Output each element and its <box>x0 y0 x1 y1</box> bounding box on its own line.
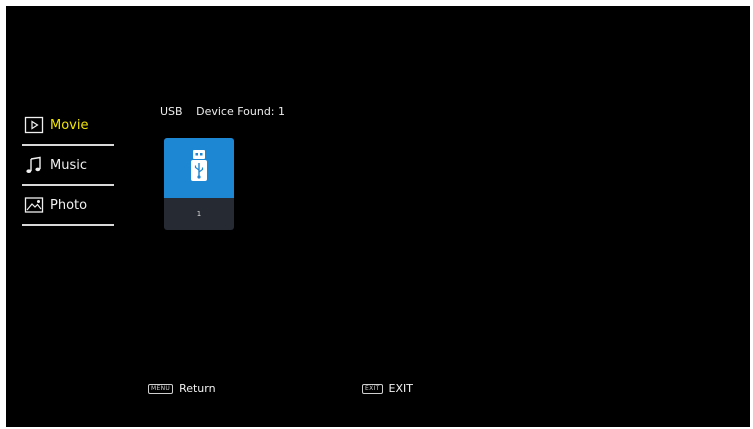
return-hint[interactable]: MENU Return <box>148 382 216 395</box>
photo-icon <box>24 195 44 215</box>
music-icon <box>24 155 44 175</box>
return-label: Return <box>179 382 216 395</box>
sidebar-item-label: Music <box>50 157 87 173</box>
usb-device-tile[interactable]: 1 <box>164 138 234 230</box>
device-found-label: Device Found: <box>196 105 275 118</box>
media-type-sidebar: Movie Music Photo <box>22 106 114 226</box>
exit-key-icon: EXIT <box>362 383 383 394</box>
menu-key-icon: MENU <box>148 383 174 394</box>
movie-icon <box>24 115 44 135</box>
sidebar-item-music[interactable]: Music <box>22 146 114 186</box>
device-found-count: 1 <box>278 105 286 118</box>
sidebar-item-movie[interactable]: Movie <box>22 106 114 146</box>
usb-device-label: 1 <box>196 210 202 218</box>
exit-hint[interactable]: EXIT EXIT <box>362 382 413 395</box>
media-browser-screen: Movie Music Photo USB Device Found: 1 1 … <box>6 6 750 427</box>
source-label: USB <box>160 105 183 118</box>
usb-device-thumbnail <box>164 138 234 198</box>
sidebar-item-photo[interactable]: Photo <box>22 186 114 226</box>
sidebar-item-label: Movie <box>50 117 89 133</box>
exit-label: EXIT <box>388 382 413 395</box>
device-status-header: USB Device Found: 1 <box>160 105 285 118</box>
usb-drive-icon <box>188 149 210 187</box>
sidebar-item-label: Photo <box>50 197 88 213</box>
